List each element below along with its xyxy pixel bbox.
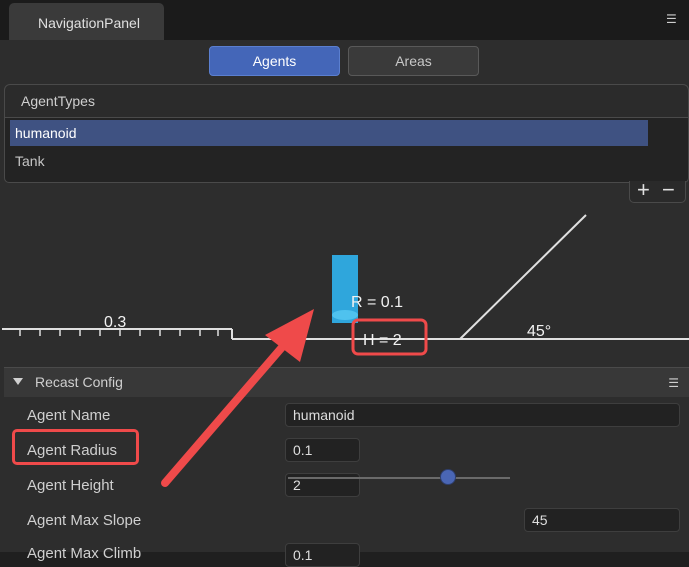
window-title-bar: NavigationPanel ☰ — [0, 0, 689, 42]
step-height-label: 0.3 — [104, 314, 126, 331]
collapse-triangle-icon[interactable] — [13, 378, 23, 385]
agent-max-slope-label: Agent Max Slope — [27, 512, 142, 529]
agent-cylinder — [332, 255, 358, 323]
agent-radius-field[interactable]: 0.1 — [285, 438, 360, 462]
list-footer: + − — [629, 177, 686, 203]
agent-max-climb-label: Agent Max Climb — [27, 545, 142, 562]
remove-agent-button[interactable]: − — [662, 177, 675, 203]
hamburger-icon[interactable]: ☰ — [666, 13, 677, 25]
slope-label: 45° — [527, 323, 551, 340]
tab-label: NavigationPanel — [38, 15, 140, 31]
recast-config-header[interactable]: Recast Config ☰ — [4, 367, 689, 397]
agent-types-header: AgentTypes — [4, 84, 689, 118]
agent-diagram: 0.3 R = 0.1 H = 2 45° — [2, 214, 689, 356]
list-item-tank[interactable]: Tank — [10, 148, 648, 174]
list-item-humanoid[interactable]: humanoid — [10, 120, 648, 146]
add-agent-button[interactable]: + — [637, 177, 650, 203]
tab-areas[interactable]: Areas — [348, 46, 479, 76]
agent-height-highlight-box — [12, 429, 139, 465]
agent-max-slope-field[interactable]: 45 — [524, 508, 680, 532]
agent-types-list: humanoid Tank — [4, 117, 689, 183]
max-slope-slider-track[interactable] — [288, 477, 510, 479]
slope-line — [459, 214, 587, 340]
agent-name-field[interactable]: humanoid — [285, 403, 680, 427]
agent-name-label: Agent Name — [27, 407, 111, 424]
agent-max-climb-field[interactable]: 0.1 — [285, 543, 360, 567]
radius-label: R = 0.1 — [351, 294, 403, 311]
navigation-panel-tab[interactable]: NavigationPanel — [9, 3, 164, 40]
section-menu-icon[interactable]: ☰ — [668, 376, 679, 390]
recast-config-title: Recast Config — [35, 374, 123, 390]
agent-height-label: Agent Height — [27, 477, 114, 494]
height-label: H = 2 — [363, 332, 402, 349]
tab-agents[interactable]: Agents — [209, 46, 340, 76]
max-slope-slider-thumb[interactable] — [439, 469, 456, 485]
